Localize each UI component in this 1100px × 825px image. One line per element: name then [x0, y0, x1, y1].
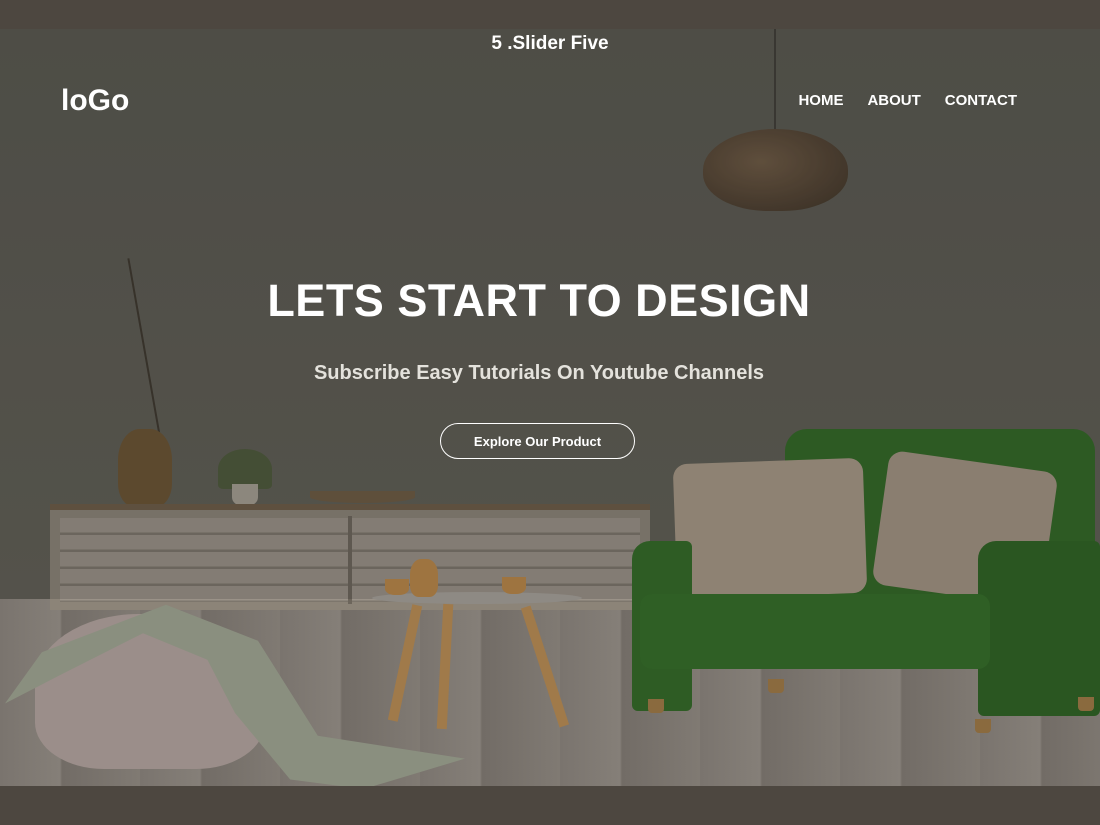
armchair-foot	[648, 699, 664, 713]
nav-contact[interactable]: CONTACT	[945, 92, 1017, 109]
slider-title: 5 .Slider Five	[491, 33, 609, 54]
hero-slide	[0, 29, 1100, 786]
hero-headline: LETS START TO DESIGN	[267, 275, 811, 326]
armchair-foot	[975, 719, 991, 733]
main-nav: HOME ABOUT CONTACT	[798, 92, 1017, 109]
cushion-image	[672, 457, 868, 600]
armchair-foot	[1078, 697, 1094, 711]
armchair-foot	[768, 679, 784, 693]
nav-about[interactable]: ABOUT	[867, 92, 920, 109]
cup-image	[385, 579, 409, 595]
explore-product-button[interactable]: Explore Our Product	[440, 423, 635, 459]
armchair-seat-image	[640, 594, 990, 669]
teapot-image	[410, 559, 438, 597]
logo[interactable]: loGo	[61, 84, 129, 118]
armchair-arm-image	[978, 541, 1100, 716]
cup-image	[502, 577, 526, 594]
hero-subheadline: Subscribe Easy Tutorials On Youtube Chan…	[313, 362, 765, 384]
nav-home[interactable]: HOME	[798, 92, 843, 109]
